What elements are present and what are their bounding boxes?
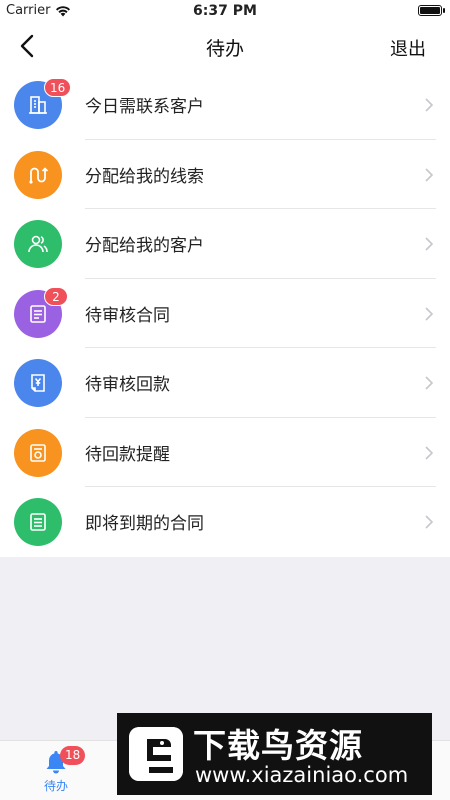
route-icon — [14, 150, 62, 199]
page-title: 待办 — [205, 38, 244, 60]
list-item-label: 待审核合同 — [85, 305, 170, 326]
list-item-label: 待审核回款 — [85, 375, 170, 395]
count-badge: 2 — [44, 286, 68, 306]
watermark-banner: 下载鸟资源 www.xiazainiao.com — [117, 713, 432, 795]
chevron-right-icon — [425, 167, 434, 182]
list-item-payment-reminders[interactable]: 待回款提醒 — [0, 418, 450, 487]
nav-bar: 待办 退出 — [0, 22, 450, 70]
list-item-label: 分配给我的线索 — [85, 166, 204, 187]
count-badge: 18 — [60, 746, 86, 765]
list-item-label: 待回款提醒 — [85, 444, 170, 465]
status-bar: Carrier 6:37 PM — [0, 0, 450, 22]
chevron-right-icon — [425, 306, 434, 321]
list-item-label: 今日需联系客户 — [85, 97, 204, 117]
watermark-title: 下载鸟资源 — [193, 726, 363, 765]
list-item-label: 分配给我的客户 — [85, 236, 204, 256]
chevron-right-icon — [425, 445, 434, 460]
list-item-pending-payments[interactable]: 待审核回款 — [0, 348, 450, 418]
list-item-assigned-leads[interactable]: 分配给我的线索 — [0, 140, 450, 209]
users-icon — [14, 220, 62, 268]
watermark-url: www.xiazainiao.com — [195, 763, 409, 787]
bird-logo-icon — [129, 727, 183, 781]
chevron-right-icon — [425, 515, 434, 529]
tab-todo[interactable]: 18 待办 — [30, 745, 86, 795]
chevron-right-icon — [425, 98, 434, 112]
list-item-expiring-contracts[interactable]: 即将到期的合同 — [0, 487, 450, 557]
todo-list: 16 今日需联系客户 分配给我的线索 分配给我的客户 2 待审核合同 待审核回款 — [0, 70, 450, 557]
battery-icon — [418, 5, 445, 16]
chevron-right-icon — [425, 376, 434, 390]
list-item-label: 即将到期的合同 — [85, 514, 204, 534]
list-item-today-contacts[interactable]: 16 今日需联系客户 — [0, 70, 450, 140]
logout-button[interactable]: 退出 — [390, 35, 426, 61]
status-time: 6:37 PM — [193, 3, 257, 19]
chevron-right-icon — [425, 237, 434, 251]
list-item-assigned-customers[interactable]: 分配给我的客户 — [0, 209, 450, 279]
tab-label: 待办 — [43, 779, 68, 793]
count-badge: 16 — [44, 78, 72, 97]
invoice-icon — [14, 428, 62, 477]
yen-receipt-icon — [14, 359, 62, 407]
list-item-pending-contracts[interactable]: 2 待审核合同 — [0, 279, 450, 348]
contract-icon — [14, 498, 62, 546]
